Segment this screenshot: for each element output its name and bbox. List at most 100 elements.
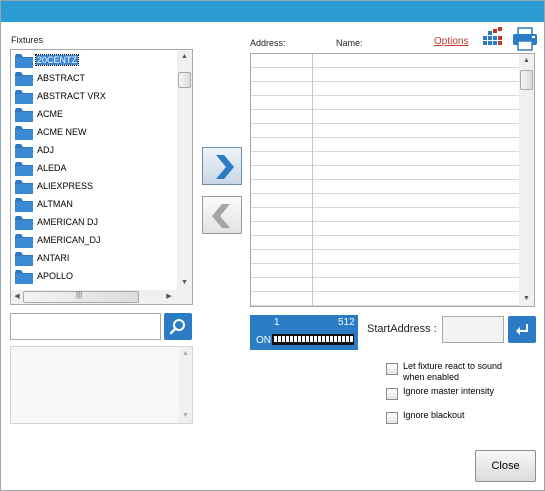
close-button[interactable]: Close [475, 450, 536, 482]
folder-icon [15, 270, 33, 284]
fixture-info-panel: ▲ ▼ [10, 346, 193, 424]
scroll-up-arrow[interactable]: ▲ [519, 54, 534, 67]
grid-row[interactable] [251, 138, 519, 152]
fixture-search-input[interactable] [10, 313, 161, 340]
dmx-channel-tick [278, 336, 281, 342]
scroll-thumb[interactable] [520, 70, 533, 90]
grid-row[interactable] [251, 292, 519, 306]
title-bar[interactable] [1, 1, 544, 22]
fixture-list-item[interactable]: APOLLO [13, 268, 177, 286]
fixture-list-item[interactable]: ACME [13, 106, 177, 124]
grid-row[interactable] [251, 110, 519, 124]
grid-row[interactable] [251, 180, 519, 194]
fixture-list-item[interactable]: ALIEXPRESS [13, 178, 177, 196]
fixture-name: ADJ [37, 145, 55, 155]
dmx-state: ON [256, 335, 271, 346]
info-scrollbar[interactable]: ▲ ▼ [179, 347, 192, 423]
option-checkbox-label-continued: when enabled [403, 372, 460, 382]
set-address-button[interactable] [508, 316, 536, 343]
folder-icon [15, 144, 33, 158]
start-address-input[interactable] [442, 316, 504, 343]
name-column-label: Name: [336, 38, 363, 48]
folder-icon [15, 54, 33, 68]
fixtures-list[interactable]: 20CENTZ ABSTRACT ABSTRACT VRX ACME ACME NEW A… [10, 49, 193, 305]
remove-fixture-button[interactable] [202, 196, 242, 234]
fixture-list-item[interactable]: ALEDA [13, 160, 177, 178]
grid-column-divider [312, 54, 313, 306]
grid-row[interactable] [251, 152, 519, 166]
arrow-right-icon [216, 155, 234, 179]
fixtures-vertical-scrollbar[interactable]: ▲ ▼ [177, 50, 192, 290]
fixture-list-item[interactable]: AMERICAN DJ [13, 214, 177, 232]
fixture-name: AMERICAN_DJ [37, 235, 101, 245]
fixture-list-item[interactable]: ADJ [13, 142, 177, 160]
scroll-down-arrow[interactable]: ▼ [519, 292, 534, 305]
scroll-right-arrow[interactable]: ▶ [163, 290, 175, 303]
fixtures-label: Fixtures [11, 35, 44, 45]
fixture-name: APOLLO [37, 271, 74, 281]
dmx-channel-tick [274, 336, 277, 342]
fixture-list-item[interactable]: ABSTRACT [13, 70, 177, 88]
folder-icon [15, 234, 33, 248]
dmx-channel-tick [294, 336, 297, 342]
dmx-channel-tick [342, 336, 345, 342]
patched-fixtures-grid[interactable]: ▲ ▼ [250, 53, 535, 307]
fixture-list-item[interactable]: ACME NEW [13, 124, 177, 142]
grid-row[interactable] [251, 68, 519, 82]
grid-row[interactable] [251, 166, 519, 180]
fixture-name: 20CENTZ [34, 54, 80, 66]
enter-icon [516, 324, 528, 335]
dmx-channel-tick [326, 336, 329, 342]
dmx-range-start: 1 [274, 317, 280, 328]
fixture-list-item[interactable]: AMERICAN_DJ [13, 232, 177, 250]
dmx-channel-tick [306, 336, 309, 342]
fixtures-horizontal-scrollbar[interactable]: ◀ ||| ▶ [11, 290, 177, 304]
dmx-channel-tick [314, 336, 317, 342]
grid-row[interactable] [251, 278, 519, 292]
fixture-name: ALIEXPRESS [37, 181, 94, 191]
option-checkbox[interactable] [386, 388, 398, 400]
option-checkbox[interactable] [386, 412, 398, 424]
grid-row[interactable] [251, 222, 519, 236]
grid-row[interactable] [251, 82, 519, 96]
fixture-list-item[interactable]: ALTMAN [13, 196, 177, 214]
option-checkbox[interactable] [386, 363, 398, 375]
grid-row[interactable] [251, 264, 519, 278]
dmx-channel-tick [334, 336, 337, 342]
options-link[interactable]: Options [434, 36, 468, 47]
grid-row[interactable] [251, 236, 519, 250]
fixture-name: ALEDA [37, 163, 67, 173]
fixture-list-item[interactable]: 20CENTZ [13, 52, 177, 70]
folder-icon [15, 90, 33, 104]
fixture-list-item[interactable]: ANTARI [13, 250, 177, 268]
dmx-channel-tick [302, 336, 305, 342]
fixture-list-item[interactable]: ABSTRACT VRX [13, 88, 177, 106]
dmx-channel-tick [330, 336, 333, 342]
grid-vertical-scrollbar[interactable]: ▲ ▼ [519, 54, 534, 306]
grid-row[interactable] [251, 54, 519, 68]
scroll-down-arrow[interactable]: ▼ [177, 276, 192, 289]
dmx-grid-icon [483, 27, 502, 45]
fixture-name: ANTARI [37, 253, 70, 263]
add-fixture-button[interactable] [202, 147, 242, 185]
print-button[interactable] [512, 27, 538, 51]
grid-row[interactable] [251, 208, 519, 222]
dmx-grid-button[interactable] [482, 27, 506, 49]
grid-row[interactable] [251, 124, 519, 138]
horizontal-scroll-thumb[interactable]: ||| [23, 290, 139, 303]
dmx-channel-tick [318, 336, 321, 342]
dmx-channel-tick [290, 336, 293, 342]
scroll-down-arrow[interactable]: ▼ [178, 409, 193, 422]
search-button[interactable] [164, 313, 192, 340]
scroll-left-arrow[interactable]: ◀ [11, 290, 23, 303]
grid-row[interactable] [251, 96, 519, 110]
folder-icon [15, 180, 33, 194]
scroll-up-arrow[interactable]: ▲ [178, 347, 193, 360]
dmx-universe-indicator[interactable]: 1 512 ON [250, 315, 358, 350]
scroll-thumb[interactable] [178, 72, 191, 88]
folder-icon [15, 108, 33, 122]
grid-row[interactable] [251, 250, 519, 264]
address-column-label: Address: [250, 38, 286, 48]
grid-row[interactable] [251, 194, 519, 208]
scroll-up-arrow[interactable]: ▲ [177, 50, 192, 63]
